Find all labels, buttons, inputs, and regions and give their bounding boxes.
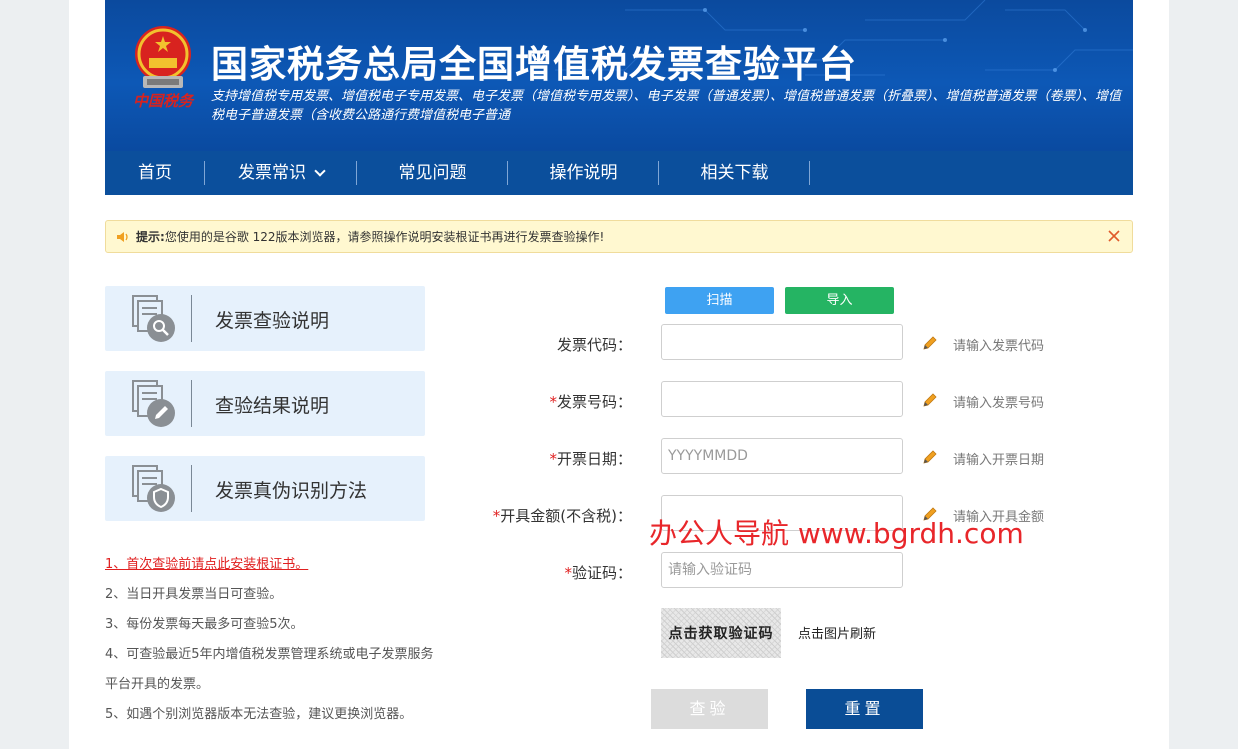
nav-downloads[interactable]: 相关下载 (659, 151, 810, 195)
card-divider (191, 465, 192, 512)
captcha-image[interactable]: 点击获取验证码 (661, 608, 781, 658)
main-nav: 首页 发票常识 常见问题 操作说明 相关下载 (105, 151, 1133, 195)
notice-label: 提示: (136, 230, 165, 244)
rule-item: 3、每份发票每天最多可查验5次。 (105, 617, 304, 632)
document-search-icon (132, 295, 175, 342)
submit-check-button[interactable]: 查验 (651, 689, 768, 729)
notice-text: 您使用的是谷歌 122版本浏览器，请参照操作说明安装根证书再进行发票查验操作! (164, 230, 605, 244)
invoice-amount-label: *开具金额(不含税)： (492, 507, 632, 525)
captcha-label: *验证码： (564, 564, 632, 582)
emblem-logo (135, 26, 191, 88)
card-divider (191, 380, 192, 427)
invoice-number-input[interactable] (661, 381, 903, 417)
nav-invoice-knowledge[interactable]: 发票常识 (205, 151, 357, 195)
invoice-code-label: 发票代码： (556, 336, 632, 354)
nav-faq[interactable]: 常见问题 (357, 151, 508, 195)
watermark: 办公人导航 www.bgrdh.com (649, 517, 1024, 550)
site-subtitle: 支持增值税专用发票、增值税电子专用发票、电子发票（增值税专用发票）、电子发票（普… (211, 89, 1122, 123)
invoice-number-hint: 请输入发票号码 (953, 396, 1045, 411)
card-authenticity-guide[interactable]: 发票真伪识别方法 (105, 456, 425, 521)
pencil-icon (923, 393, 937, 407)
pencil-icon (923, 450, 937, 464)
captcha-input[interactable] (661, 552, 903, 588)
card-invoice-check-guide[interactable]: 发票查验说明 (105, 286, 425, 351)
scan-button[interactable]: 扫描 (665, 287, 774, 314)
document-edit-icon (132, 380, 175, 427)
invoice-code-input[interactable] (661, 324, 903, 360)
invoice-date-hint: 请输入开票日期 (953, 453, 1045, 468)
rule-item: 平台开具的发票。 (105, 677, 210, 692)
invoice-code-hint: 请输入发票代码 (953, 339, 1045, 354)
invoice-date-input[interactable] (661, 438, 903, 474)
rule-item: 5、如遇个别浏览器版本无法查验，建议更换浏览器。 (105, 707, 413, 722)
nav-home[interactable]: 首页 (105, 151, 205, 195)
invoice-number-label: *发票号码： (549, 393, 632, 411)
card-label: 发票真伪识别方法 (215, 480, 368, 502)
card-label: 发票查验说明 (215, 310, 330, 332)
card-check-result-guide[interactable]: 查验结果说明 (105, 371, 425, 436)
rule-item: 4、可查验最近5年内增值税发票管理系统或电子发票服务 (105, 647, 434, 662)
install-root-cert-link[interactable]: 1、首次查验前请点此安装根证书。 (105, 553, 308, 572)
card-divider (191, 295, 192, 342)
emblem-text: 中国税务 (133, 92, 194, 110)
invoice-date-label: *开票日期： (549, 450, 632, 468)
close-icon[interactable] (1106, 228, 1122, 244)
header-banner: 中国税务 国家税务总局全国增值税发票查验平台 支持增值税专用发票、增值税电子专用… (105, 0, 1133, 151)
page: 中国税务 国家税务总局全国增值税发票查验平台 支持增值税专用发票、增值税电子专用… (69, 0, 1169, 749)
browser-notice: 提示: 您使用的是谷歌 122版本浏览器，请参照操作说明安装根证书再进行发票查验… (105, 220, 1133, 253)
card-label: 查验结果说明 (215, 395, 330, 417)
chevron-down-icon (314, 164, 326, 177)
import-button[interactable]: 导入 (785, 287, 894, 314)
refresh-captcha-link[interactable]: 点击图片刷新 (798, 623, 876, 642)
speaker-icon (117, 231, 128, 242)
site-title: 国家税务总局全国增值税发票查验平台 (211, 43, 857, 86)
pencil-icon (923, 336, 937, 350)
reset-button[interactable]: 重置 (806, 689, 923, 729)
document-shield-icon (132, 465, 175, 512)
rule-item: 2、当日开具发票当日可查验。 (105, 587, 283, 602)
nav-instructions[interactable]: 操作说明 (508, 151, 659, 195)
